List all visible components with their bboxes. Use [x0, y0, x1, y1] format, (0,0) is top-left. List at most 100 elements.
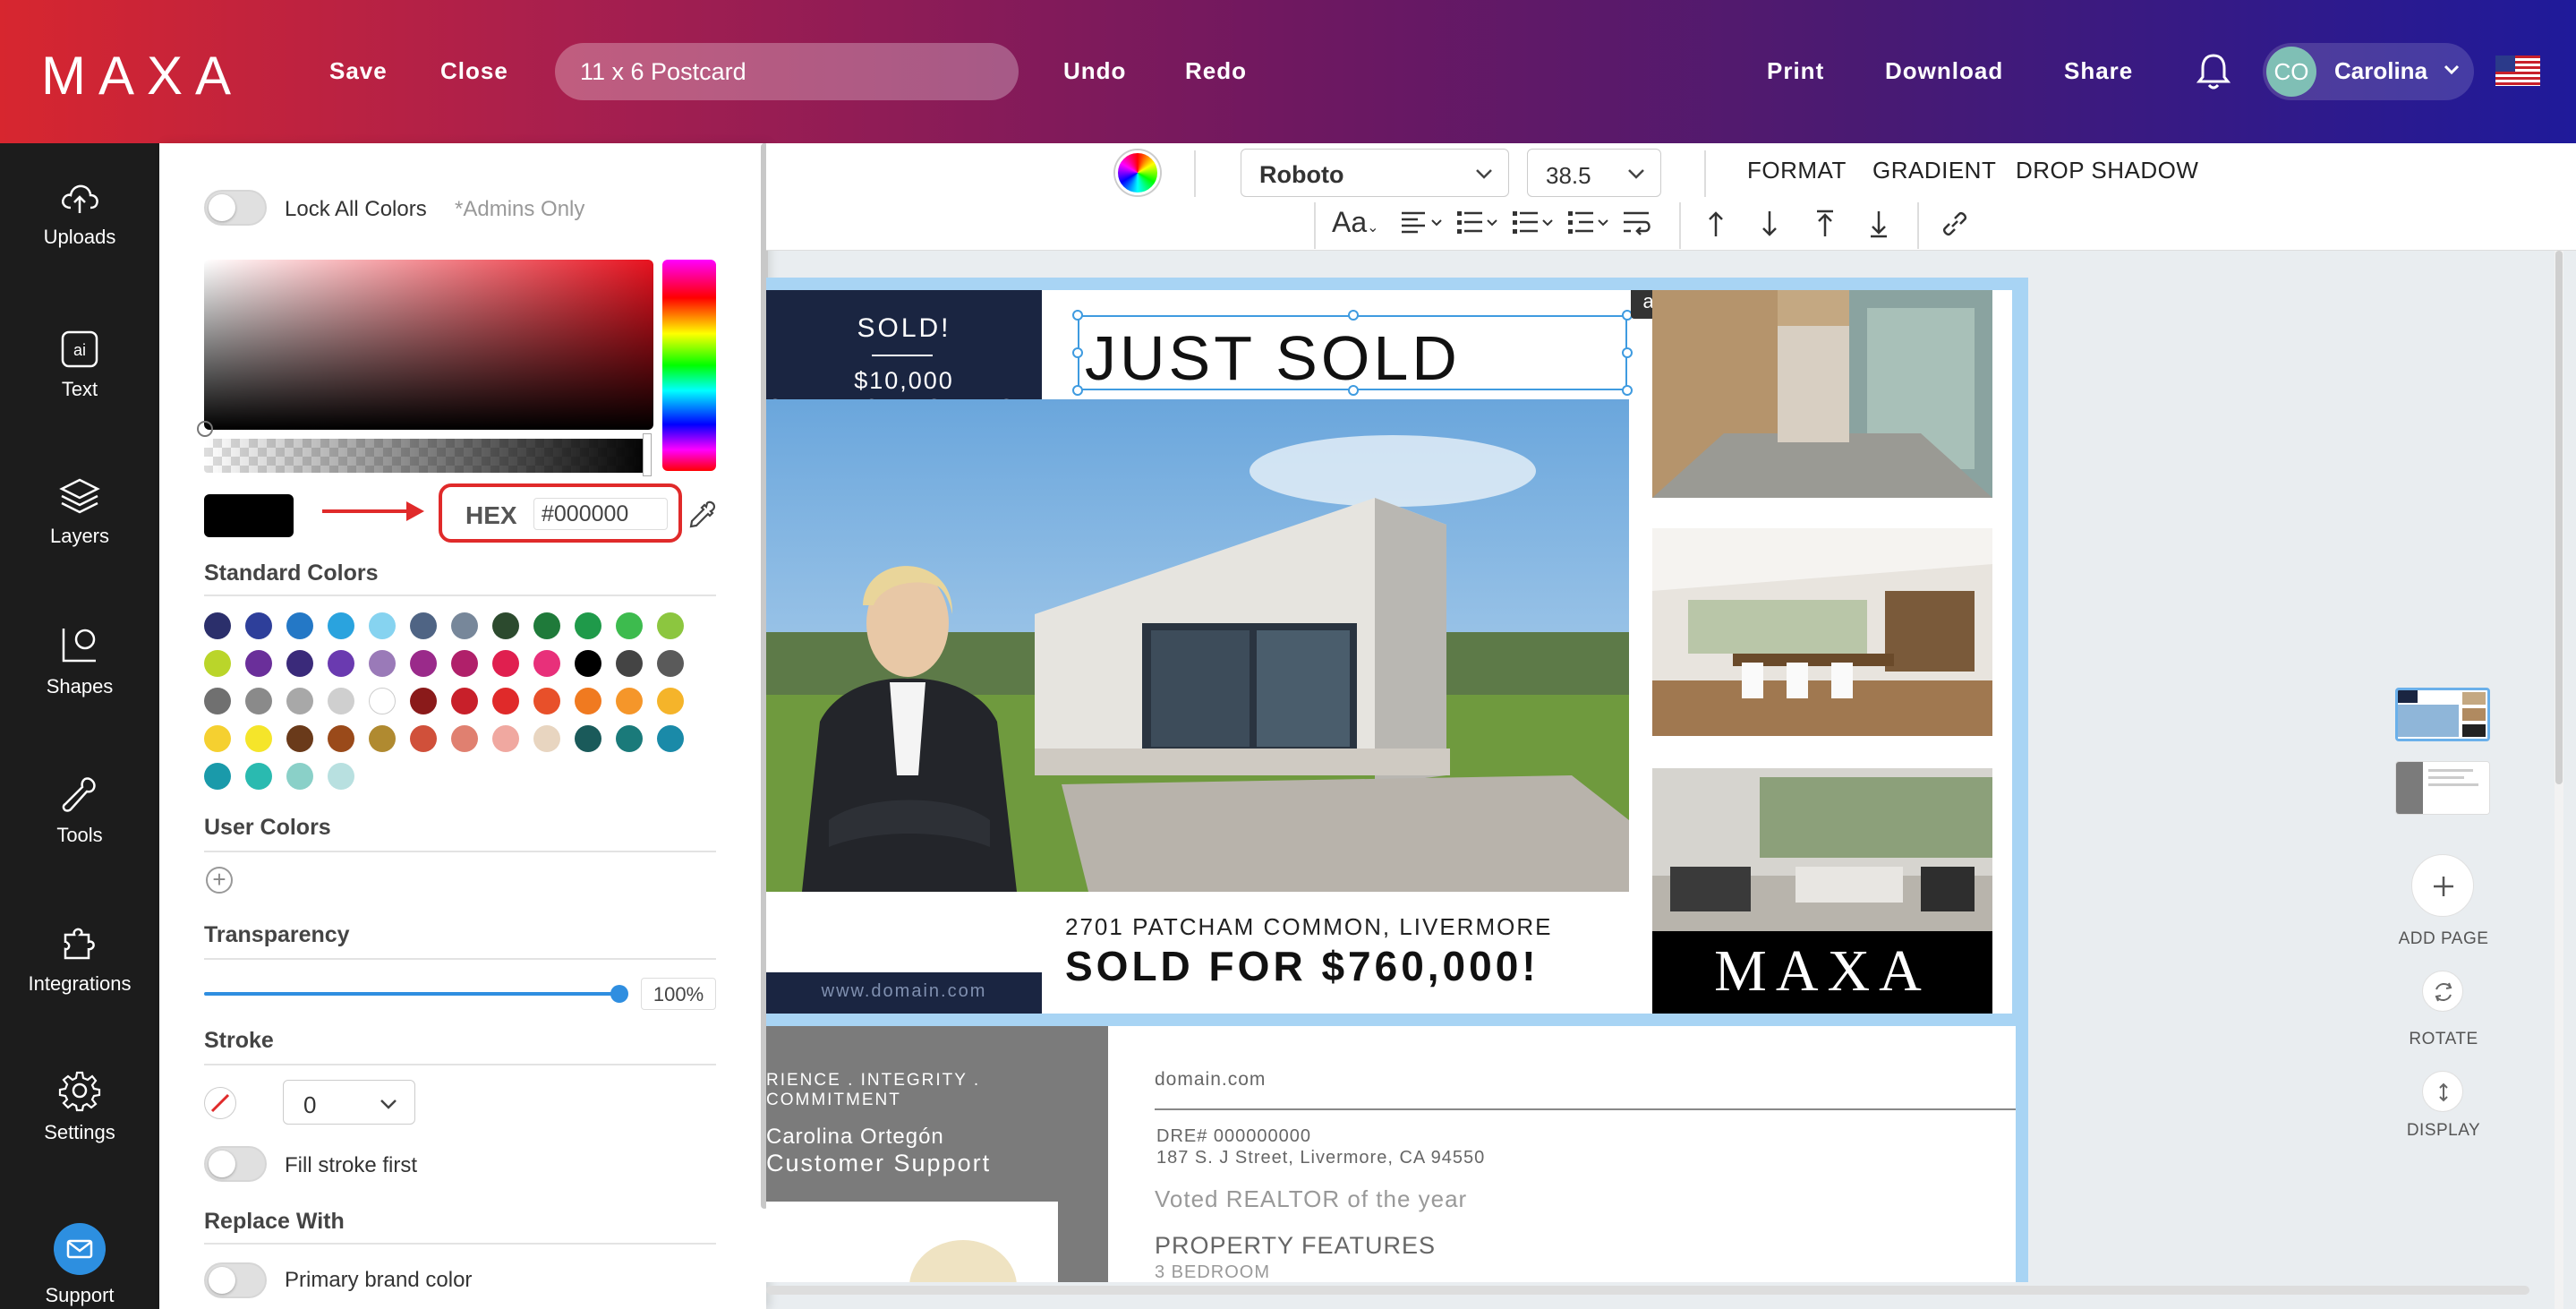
- save-button[interactable]: Save: [329, 57, 388, 85]
- alpha-slider[interactable]: [204, 439, 652, 473]
- color-swatch[interactable]: [616, 725, 643, 752]
- maxa-logo[interactable]: MAXA: [41, 45, 243, 107]
- transparency-slider[interactable]: [204, 992, 618, 996]
- align-left-icon[interactable]: [1398, 206, 1448, 242]
- text-wrap-icon[interactable]: [1620, 206, 1656, 242]
- hex-input[interactable]: [533, 498, 668, 530]
- features-heading[interactable]: PROPERTY FEATURES: [1155, 1232, 1436, 1260]
- sidebar-item-integrations[interactable]: Integrations: [0, 922, 159, 1030]
- color-swatch[interactable]: [245, 688, 272, 714]
- alpha-handle[interactable]: [643, 433, 652, 476]
- us-flag-icon[interactable]: [2495, 56, 2540, 86]
- color-swatch[interactable]: [575, 612, 601, 639]
- color-swatch[interactable]: [616, 612, 643, 639]
- download-button[interactable]: Download: [1885, 57, 2003, 85]
- drop-shadow-tab[interactable]: DROP SHADOW: [2016, 157, 2198, 184]
- color-swatch[interactable]: [410, 725, 437, 752]
- arrow-up-icon[interactable]: [1702, 206, 1729, 242]
- agent-panel[interactable]: RIENCE . INTEGRITY . COMMITMENT Carolina…: [766, 1026, 1108, 1282]
- postcard-front[interactable]: SOLD! $10,000 OVER ASKING PRICE!: [766, 290, 2012, 1014]
- property-address[interactable]: 2701 PATCHAM COMMON, LIVERMORE: [1065, 913, 1552, 941]
- office-address[interactable]: 187 S. J Street, Livermore, CA 94550: [1156, 1148, 1485, 1168]
- color-swatch[interactable]: [492, 688, 519, 714]
- resize-handle[interactable]: [1348, 310, 1359, 321]
- color-swatch[interactable]: [657, 725, 684, 752]
- bulleted-list-icon[interactable]: [1454, 206, 1504, 242]
- color-swatch[interactable]: [410, 688, 437, 714]
- color-swatch[interactable]: [410, 650, 437, 677]
- sidebar-item-layers[interactable]: Layers: [0, 476, 159, 584]
- transparency-value[interactable]: 100%: [641, 978, 716, 1010]
- add-user-color-button[interactable]: +: [206, 867, 233, 894]
- living-room-photo[interactable]: [1652, 768, 1992, 931]
- numbered-list-icon[interactable]: [1509, 206, 1559, 242]
- format-tab[interactable]: FORMAT: [1747, 157, 1847, 184]
- transparency-slider-handle[interactable]: [610, 985, 628, 1003]
- color-swatch[interactable]: [286, 688, 313, 714]
- text-case-button[interactable]: Aa⌄: [1332, 206, 1379, 239]
- color-swatch[interactable]: [533, 688, 560, 714]
- resize-handle[interactable]: [1622, 347, 1633, 358]
- color-swatch[interactable]: [451, 650, 478, 677]
- color-swatch[interactable]: [245, 725, 272, 752]
- color-swatch[interactable]: [286, 612, 313, 639]
- color-swatch[interactable]: [204, 688, 231, 714]
- add-page-button[interactable]: [2411, 854, 2474, 917]
- resize-handle[interactable]: [1348, 385, 1359, 396]
- resize-handle[interactable]: [1622, 385, 1633, 396]
- color-swatch[interactable]: [451, 612, 478, 639]
- color-swatch[interactable]: [204, 725, 231, 752]
- sidebar-item-settings[interactable]: Settings: [0, 1069, 159, 1176]
- color-swatch[interactable]: [245, 650, 272, 677]
- domain-text[interactable]: domain.com: [1155, 1069, 1266, 1091]
- stroke-width-select[interactable]: 0: [283, 1080, 415, 1125]
- gradient-tab[interactable]: GRADIENT: [1872, 157, 1996, 184]
- color-swatch[interactable]: [451, 688, 478, 714]
- feature-item[interactable]: 3 BEDROOM: [1155, 1262, 1270, 1282]
- redo-button[interactable]: Redo: [1185, 57, 1247, 85]
- color-swatch[interactable]: [616, 688, 643, 714]
- lock-colors-toggle[interactable]: [204, 190, 267, 226]
- color-swatch[interactable]: [533, 650, 560, 677]
- print-button[interactable]: Print: [1767, 57, 1824, 85]
- award-text[interactable]: Voted REALTOR of the year: [1155, 1185, 1467, 1213]
- color-swatch[interactable]: [328, 725, 354, 752]
- color-swatch[interactable]: [369, 688, 396, 714]
- color-swatch[interactable]: [410, 612, 437, 639]
- primary-brand-color-toggle[interactable]: [204, 1262, 267, 1298]
- color-swatch[interactable]: [616, 650, 643, 677]
- sidebar-item-shapes[interactable]: Shapes: [0, 625, 159, 732]
- color-swatch[interactable]: [492, 612, 519, 639]
- resize-handle[interactable]: [1072, 385, 1083, 396]
- undo-button[interactable]: Undo: [1063, 57, 1126, 85]
- color-swatch[interactable]: [286, 725, 313, 752]
- bring-to-front-icon[interactable]: [1812, 206, 1838, 242]
- sold-price[interactable]: SOLD FOR $760,000!: [1065, 942, 1540, 990]
- color-swatch[interactable]: [328, 650, 354, 677]
- brand-logo-box[interactable]: MAXA: [1652, 931, 1992, 1014]
- website-text[interactable]: www.domain.com: [766, 972, 1042, 1014]
- color-swatch[interactable]: [204, 650, 231, 677]
- color-swatch[interactable]: [533, 612, 560, 639]
- saturation-picker[interactable]: [204, 260, 653, 430]
- dining-photo[interactable]: [1652, 528, 1992, 736]
- color-swatch[interactable]: [369, 650, 396, 677]
- dre-number[interactable]: DRE# 000000000: [1156, 1126, 1311, 1147]
- hue-slider[interactable]: [662, 260, 716, 471]
- send-to-back-icon[interactable]: [1865, 206, 1892, 242]
- user-menu[interactable]: CO Carolina: [2263, 43, 2474, 100]
- page-thumbnail-1[interactable]: [2395, 688, 2490, 741]
- postcard-back[interactable]: RIENCE . INTEGRITY . COMMITMENT Carolina…: [766, 1026, 2016, 1282]
- sidebar-item-tools[interactable]: Tools: [0, 774, 159, 881]
- color-swatch[interactable]: [369, 612, 396, 639]
- color-swatch[interactable]: [204, 612, 231, 639]
- color-swatch[interactable]: [328, 763, 354, 790]
- canvas-horizontal-scrollbar[interactable]: [766, 1286, 2529, 1295]
- color-swatch[interactable]: [657, 612, 684, 639]
- headline-text-box[interactable]: JUST SOLD: [1072, 310, 1633, 396]
- stroke-color-none-button[interactable]: [204, 1087, 236, 1119]
- display-button[interactable]: [2422, 1071, 2463, 1112]
- color-swatch[interactable]: [533, 725, 560, 752]
- close-button[interactable]: Close: [440, 57, 508, 85]
- indent-list-icon[interactable]: [1565, 206, 1615, 242]
